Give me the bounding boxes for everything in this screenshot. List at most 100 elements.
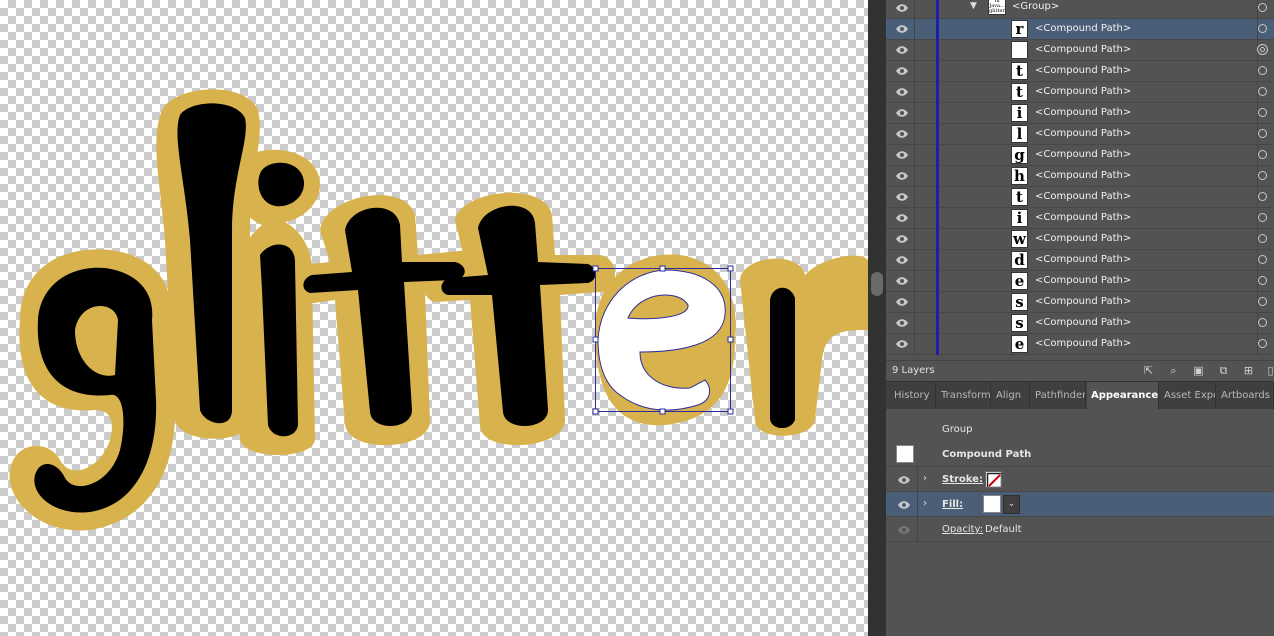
target-circle-icon[interactable]	[1258, 255, 1267, 264]
visibility-eye-icon[interactable]	[896, 170, 908, 182]
tab-transform[interactable]: Transform	[937, 382, 991, 410]
fill-dropdown-button[interactable]: ⌄	[1003, 495, 1020, 514]
target-circle-icon[interactable]	[1258, 129, 1267, 138]
tab-asset-export[interactable]: Asset Expo	[1160, 382, 1216, 410]
appearance-stroke-row[interactable]: › Stroke:	[886, 467, 1274, 492]
appearance-object-row[interactable]: Compound Path	[886, 442, 1274, 467]
search-icon[interactable]: ⌕	[1167, 364, 1180, 377]
target-circle-icon[interactable]	[1258, 234, 1267, 243]
opacity-label[interactable]: Opacity:	[942, 524, 983, 535]
target-circle-icon[interactable]	[1258, 24, 1267, 33]
visibility-eye-icon[interactable]	[898, 524, 910, 536]
layer-name[interactable]: <Group>	[1012, 1, 1059, 12]
layer-name[interactable]: <Compound Path>	[1035, 296, 1131, 307]
visibility-eye-icon[interactable]	[896, 86, 908, 98]
visibility-eye-icon[interactable]	[896, 296, 908, 308]
visibility-eye-icon[interactable]	[896, 149, 908, 161]
layer-name[interactable]: <Compound Path>	[1035, 317, 1131, 328]
layer-row-compound-path[interactable]: e <Compound Path>	[886, 334, 1274, 355]
layer-row-compound-path[interactable]: <Compound Path>	[886, 40, 1274, 61]
visibility-eye-icon[interactable]	[896, 212, 908, 224]
fill-color-swatch[interactable]	[983, 495, 1001, 513]
tab-align[interactable]: Align	[992, 382, 1030, 410]
chevron-down-icon[interactable]: ▼	[970, 1, 977, 11]
layer-row-compound-path[interactable]: s <Compound Path>	[886, 313, 1274, 334]
target-circle-icon[interactable]	[1257, 44, 1268, 55]
chevron-right-icon[interactable]: ›	[923, 473, 927, 484]
layer-name[interactable]: <Compound Path>	[1035, 149, 1131, 160]
layer-name[interactable]: <Compound Path>	[1035, 44, 1131, 55]
stroke-none-swatch[interactable]	[985, 471, 1002, 488]
visibility-eye-icon[interactable]	[898, 474, 910, 486]
visibility-eye-icon[interactable]	[896, 317, 908, 329]
layer-row-compound-path[interactable]: t <Compound Path>	[886, 187, 1274, 208]
layer-row-group[interactable]: ▼ In Java... glitter <Group>	[886, 0, 1274, 19]
layer-row-compound-path[interactable]: i <Compound Path>	[886, 103, 1274, 124]
target-circle-icon[interactable]	[1258, 66, 1267, 75]
fill-label[interactable]: Fill:	[942, 499, 963, 510]
layer-name[interactable]: <Compound Path>	[1035, 233, 1131, 244]
target-circle-icon[interactable]	[1258, 171, 1267, 180]
new-layer-icon[interactable]: ⊞	[1242, 364, 1255, 377]
layer-name[interactable]: <Compound Path>	[1035, 107, 1131, 118]
layer-name[interactable]: <Compound Path>	[1035, 86, 1131, 97]
target-circle-icon[interactable]	[1258, 297, 1267, 306]
layer-name[interactable]: <Compound Path>	[1035, 254, 1131, 265]
appearance-opacity-row[interactable]: Opacity: Default	[886, 517, 1274, 542]
layer-row-compound-path[interactable]: e <Compound Path>	[886, 271, 1274, 292]
visibility-eye-icon[interactable]	[896, 2, 908, 14]
scrollbar-thumb[interactable]	[871, 272, 883, 296]
stroke-label[interactable]: Stroke:	[942, 474, 983, 485]
artboard-canvas[interactable]	[0, 0, 868, 636]
target-circle-icon[interactable]	[1258, 192, 1267, 201]
tab-artboards[interactable]: Artboards	[1217, 382, 1274, 410]
layer-name[interactable]: <Compound Path>	[1035, 128, 1131, 139]
delete-icon[interactable]: ▯	[1264, 364, 1274, 377]
vertical-scrollbar[interactable]	[868, 0, 886, 636]
layer-row-compound-path[interactable]: r <Compound Path>	[886, 19, 1274, 40]
visibility-eye-icon[interactable]	[898, 499, 910, 511]
target-circle-icon[interactable]	[1258, 3, 1267, 12]
tab-pathfinder[interactable]: Pathfinder	[1031, 382, 1086, 410]
layer-name[interactable]: <Compound Path>	[1035, 212, 1131, 223]
visibility-eye-icon[interactable]	[896, 107, 908, 119]
layer-name[interactable]: <Compound Path>	[1035, 65, 1131, 76]
target-circle-icon[interactable]	[1258, 339, 1267, 348]
visibility-eye-icon[interactable]	[896, 233, 908, 245]
appearance-fill-row[interactable]: › Fill: ⌄	[886, 492, 1274, 517]
layer-row-compound-path[interactable]: l <Compound Path>	[886, 124, 1274, 145]
tab-history[interactable]: History	[890, 382, 936, 410]
make-clip-icon[interactable]: ▣	[1192, 364, 1205, 377]
target-circle-icon[interactable]	[1258, 108, 1267, 117]
visibility-eye-icon[interactable]	[896, 128, 908, 140]
visibility-eye-icon[interactable]	[896, 254, 908, 266]
layer-name[interactable]: <Compound Path>	[1035, 191, 1131, 202]
visibility-eye-icon[interactable]	[896, 44, 908, 56]
target-circle-icon[interactable]	[1258, 87, 1267, 96]
layer-row-compound-path[interactable]: w <Compound Path>	[886, 229, 1274, 250]
move-to-layer-icon[interactable]: ⧉	[1217, 364, 1230, 377]
chevron-right-icon[interactable]: ›	[923, 498, 927, 509]
target-circle-icon[interactable]	[1258, 276, 1267, 285]
layer-row-compound-path[interactable]: t <Compound Path>	[886, 61, 1274, 82]
layer-row-compound-path[interactable]: t <Compound Path>	[886, 82, 1274, 103]
export-icon[interactable]: ⇱	[1142, 364, 1155, 377]
visibility-eye-icon[interactable]	[896, 65, 908, 77]
visibility-eye-icon[interactable]	[896, 191, 908, 203]
layer-name[interactable]: <Compound Path>	[1035, 23, 1131, 34]
layer-row-compound-path[interactable]: d <Compound Path>	[886, 250, 1274, 271]
layer-row-compound-path[interactable]: g <Compound Path>	[886, 145, 1274, 166]
layer-row-compound-path[interactable]: h <Compound Path>	[886, 166, 1274, 187]
visibility-eye-icon[interactable]	[896, 23, 908, 35]
target-circle-icon[interactable]	[1258, 150, 1267, 159]
target-circle-icon[interactable]	[1258, 213, 1267, 222]
layer-name[interactable]: <Compound Path>	[1035, 338, 1131, 349]
visibility-eye-icon[interactable]	[896, 275, 908, 287]
layer-row-compound-path[interactable]: i <Compound Path>	[886, 208, 1274, 229]
layer-row-compound-path[interactable]: s <Compound Path>	[886, 292, 1274, 313]
tab-appearance[interactable]: Appearance	[1087, 382, 1159, 410]
visibility-eye-icon[interactable]	[896, 338, 908, 350]
layer-name[interactable]: <Compound Path>	[1035, 275, 1131, 286]
layer-name[interactable]: <Compound Path>	[1035, 170, 1131, 181]
target-circle-icon[interactable]	[1258, 318, 1267, 327]
